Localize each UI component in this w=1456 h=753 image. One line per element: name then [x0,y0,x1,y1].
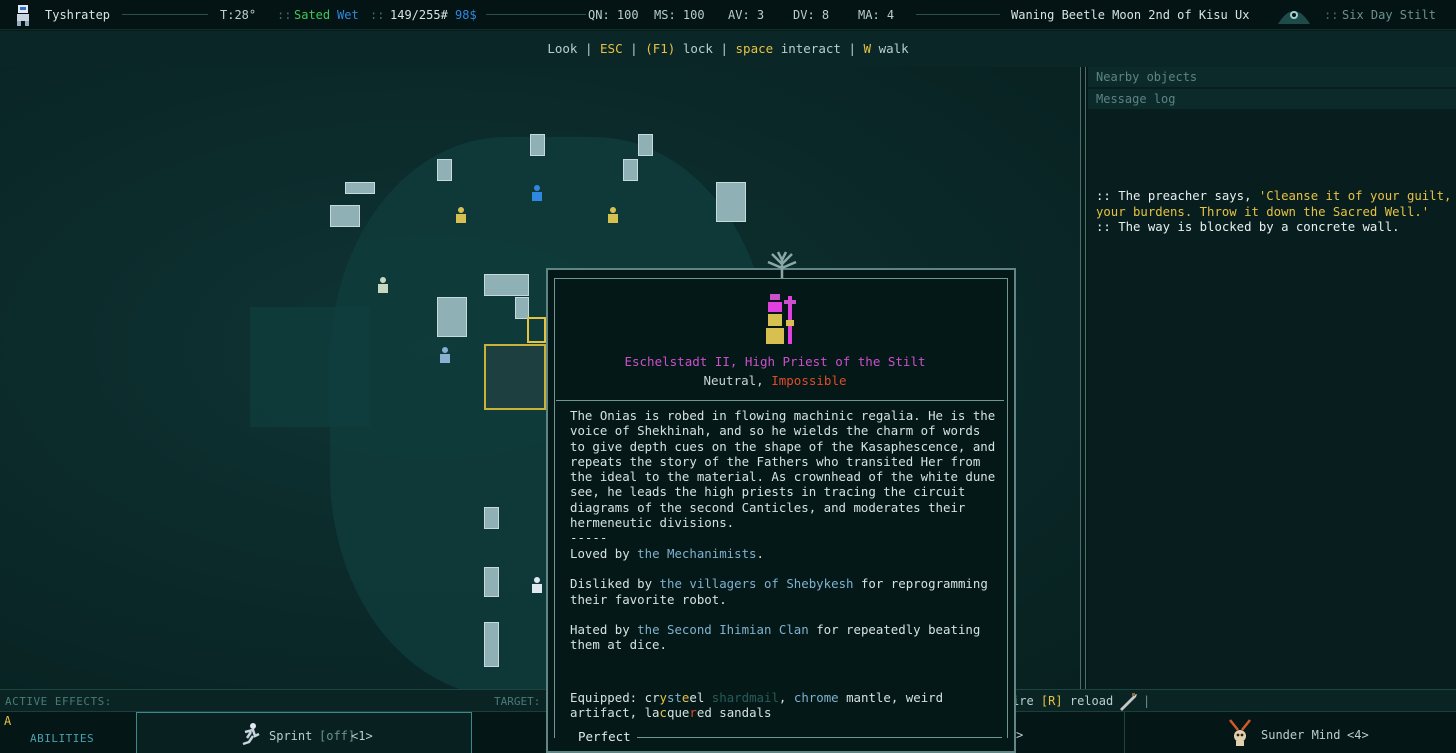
status-sated: Sated [294,8,331,22]
look-mode-hint-bar: Look | ESC | (F1) lock | space interact … [0,31,1456,67]
sunder-mind-hotkey: <4> [1347,728,1369,742]
npc-disposition: Neutral, [703,373,764,388]
hint-space-key[interactable]: space [736,41,774,56]
wall [515,297,529,319]
npc-priest[interactable] [606,207,620,223]
wall [345,182,375,194]
popup-divider [556,400,1004,401]
wall [530,134,545,156]
faction-loved: the Mechanimists [637,545,757,561]
target-label: TARGET: [494,695,541,708]
hint-sep: | [720,41,728,56]
sprint-state: [off] [319,729,356,743]
message-log: :: The preacher says, 'Cleanse it of you… [1096,189,1452,236]
status-wet: Wet [337,8,359,22]
abilities-hotkey[interactable]: A [4,714,11,728]
hint-sep: | [848,41,856,56]
nearby-objects-title[interactable]: Nearby objects [1088,67,1456,87]
faction-hated: the Second Ihimian Clan [637,622,809,638]
wall [623,159,638,181]
ability-slot-sunder-mind[interactable]: Sunder Mind <4> [1124,712,1456,753]
panel-divider[interactable] [1080,67,1086,689]
top-status-bar: Tyshratep T:28° :: Sated Wet :: 149/255#… [0,0,1456,30]
divider [916,14,1000,15]
hint-f1-key[interactable]: (F1) [645,41,675,56]
log-entry: :: The preacher says, 'Cleanse it of you… [1096,189,1452,219]
npc-priest[interactable] [454,207,468,223]
location-name: Six Day Stilt [1342,8,1436,22]
active-effects-label: ACTIVE EFFECTS: [5,695,112,708]
sunder-mind-label: Sunder Mind [1261,728,1341,742]
sprint-hotkey: <1> [351,729,373,743]
quickness-stat: QN: 100 [588,8,639,22]
condition-label: Perfect [572,729,637,744]
money: 98$ [455,8,477,22]
wall [484,567,499,597]
moon-eye-icon [1276,4,1312,26]
wall [484,274,529,296]
hint-sep: | [584,41,593,56]
wall [330,205,360,227]
fire-reload-hint: ire [R] reload [1012,694,1114,708]
side-panel: Nearby objects Message log :: The preach… [1088,67,1456,689]
npc-preacher[interactable] [530,185,544,201]
hint-sep: | [630,41,638,56]
arrow[interactable]: > [1016,728,1023,742]
wall [437,159,452,181]
sprint-label: Sprint [269,729,313,743]
hint-lock: lock [682,41,713,56]
pipe: | [1143,694,1151,708]
player-character[interactable] [530,577,544,593]
message-log-title[interactable]: Message log [1088,89,1456,109]
abilities-label[interactable]: ABILITIES [30,732,94,745]
hint-w-key[interactable]: W [864,41,872,56]
hit-points: 149/255# [390,8,448,22]
floor-west [250,307,370,427]
ability-slot-sprint[interactable]: Sprint [off] <1> [136,712,472,753]
armor-value-stat: AV: 3 [728,8,765,22]
popup-bottom-rule [576,737,1002,738]
npc-pilgrim[interactable] [438,347,452,363]
wall [484,507,499,529]
look-cursor [527,317,546,343]
npc-name: Eschelstadt II, High Priest of the Stilt [624,354,926,369]
wall [716,182,746,222]
reload-key[interactable]: [R] [1041,694,1063,708]
temperature: T:28° [220,8,257,22]
game-date: Waning Beetle Moon 2nd of Kisu Ux [1011,8,1250,22]
npc-difficulty: Impossible [771,373,847,388]
hint-interact: interact [780,41,841,56]
player-avatar-icon[interactable] [14,4,32,26]
priest-portrait-icon [762,292,802,348]
npc-pilgrim[interactable] [376,277,390,293]
hint-look: Look [547,41,578,56]
divider [122,14,208,15]
mental-armor-stat: MA: 4 [858,8,895,22]
description-text: The Onias is robed in flowing machinic r… [570,408,1003,531]
hint-walk: walk [878,41,909,56]
separator: :: [370,8,385,22]
separator: :: [1324,8,1339,22]
hint-esc-key[interactable]: ESC [600,41,623,56]
npc-status: Neutral, Impossible [548,373,1002,388]
wall [638,134,653,156]
sprint-runner-icon [239,722,261,749]
look-description-popup: Eschelstadt II, High Priest of the Stilt… [546,251,1016,753]
separator: :: [277,8,292,22]
divider [486,14,586,15]
description-divider: ----- [570,530,608,546]
wall [484,622,499,667]
sunder-skull-icon [1227,718,1253,753]
golden-altar[interactable] [484,344,546,410]
dodge-value-stat: DV: 8 [793,8,830,22]
move-speed-stat: MS: 100 [654,8,705,22]
npc-description: The Onias is robed in flowing machinic r… [570,408,1003,653]
reload-label[interactable]: reload [1070,694,1113,708]
faction-disliked: the villagers of Shebykesh [659,576,854,592]
wall [437,297,467,337]
player-name[interactable]: Tyshratep [45,8,110,22]
equipped-list: Equipped: crysteel shardmail, chrome man… [570,690,944,721]
log-entry: :: The way is blocked by a concrete wall… [1096,220,1400,234]
